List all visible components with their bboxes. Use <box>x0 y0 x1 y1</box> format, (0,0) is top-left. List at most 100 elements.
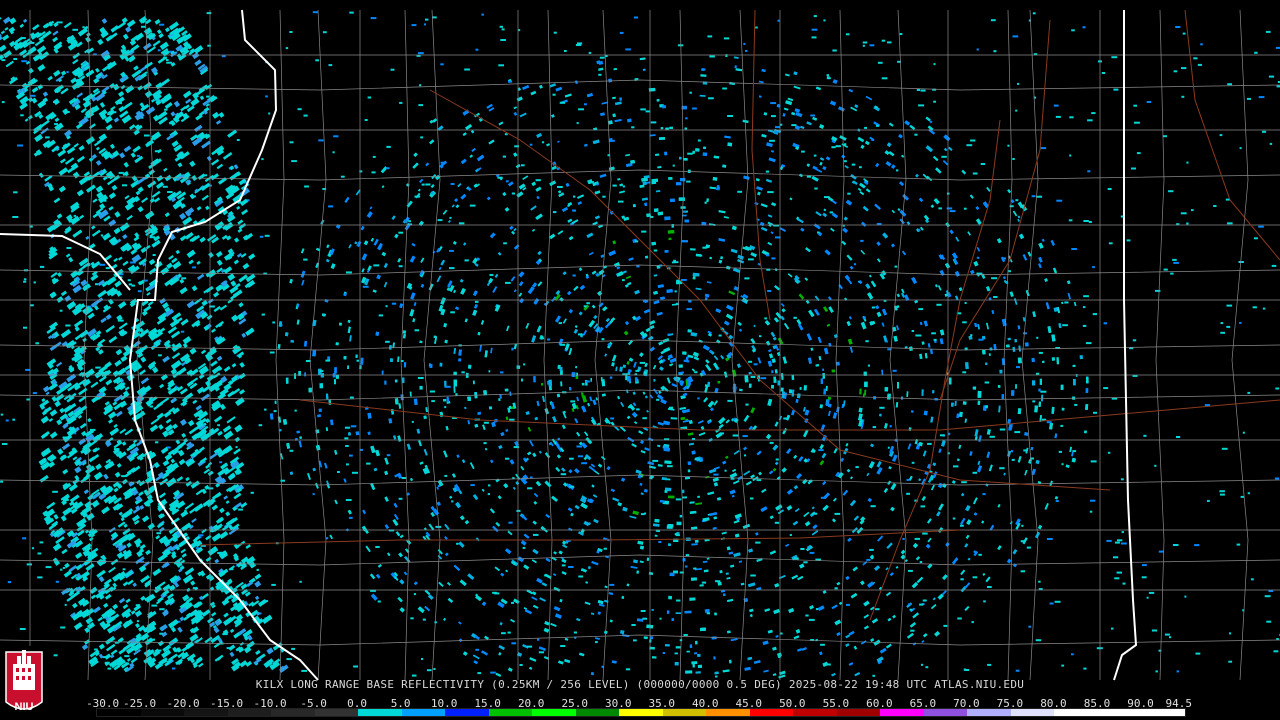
echo-pixel <box>595 397 598 401</box>
echo-pixel <box>733 56 739 59</box>
echo-pixel <box>973 512 978 516</box>
echo-pixel <box>475 48 479 51</box>
echo-pixel <box>887 41 892 44</box>
echo-pixel <box>1061 463 1064 466</box>
echo-pixel <box>954 270 960 277</box>
echo-pixel <box>367 412 372 419</box>
echo-pixel <box>372 289 377 293</box>
echo-pixel <box>785 100 793 106</box>
echo-pixel <box>964 418 967 423</box>
echo-pixel <box>857 136 865 143</box>
echo-pixel <box>391 215 396 220</box>
echo-pixel <box>418 440 422 447</box>
echo-pixel <box>732 267 741 273</box>
echo-pixel <box>618 200 624 203</box>
echo-pixel <box>1228 660 1233 663</box>
echo-pixel <box>136 620 140 623</box>
echo-pixel <box>1035 639 1042 642</box>
echo-pixel <box>578 311 583 316</box>
echo-pixel <box>734 65 737 69</box>
echo-pixel <box>597 599 604 605</box>
echo-pixel <box>1172 544 1179 546</box>
echo-pixel <box>669 364 672 367</box>
echo-pixel <box>632 203 636 208</box>
echo-pixel <box>625 153 631 157</box>
echo-pixel <box>833 448 838 454</box>
echo-pixel <box>964 543 969 548</box>
echo-pixel <box>978 338 984 341</box>
echo-pixel <box>976 272 983 275</box>
echo-pixel <box>651 241 657 246</box>
echo-pixel <box>930 484 935 491</box>
echo-pixel <box>470 129 475 134</box>
echo-pixel <box>921 341 925 345</box>
echo-pixel <box>722 593 726 597</box>
echo-pixel <box>623 330 629 336</box>
echo-pixel <box>892 614 896 619</box>
echo-pixel <box>637 540 644 545</box>
echo-pixel <box>354 241 358 245</box>
echo-pixel <box>543 627 550 633</box>
echo-pixel <box>737 363 741 368</box>
echo-pixel <box>859 166 862 169</box>
echo-pixel <box>555 613 562 619</box>
echo-pixel <box>122 568 126 571</box>
echo-pixel <box>497 252 502 256</box>
echo-pixel <box>1060 424 1064 427</box>
echo-pixel <box>378 314 384 317</box>
echo-pixel <box>973 497 978 505</box>
echo-pixel <box>492 591 497 594</box>
echo-pixel <box>800 227 805 232</box>
echo-pixel <box>436 501 441 506</box>
echo-pixel <box>580 502 588 510</box>
echo-pixel <box>416 428 421 434</box>
echo-pixel <box>568 566 574 568</box>
echo-pixel <box>1221 447 1228 450</box>
echo-pixel <box>968 335 973 340</box>
echo-pixel <box>626 375 631 382</box>
echo-pixel <box>845 575 850 580</box>
echo-pixel <box>927 343 931 348</box>
echo-pixel <box>399 303 404 309</box>
echo-pixel <box>939 338 944 345</box>
echo-pixel <box>725 455 729 459</box>
echo-pixel <box>750 338 756 344</box>
echo-pixel <box>674 652 678 655</box>
echo-pixel <box>488 370 491 373</box>
echo-pixel <box>1017 456 1022 463</box>
echo-pixel <box>950 402 954 407</box>
echo-pixel <box>877 535 884 542</box>
echo-pixel <box>406 443 411 450</box>
echo-pixel <box>23 278 27 281</box>
echo-pixel <box>648 572 654 575</box>
echo-pixel <box>966 519 972 525</box>
echo-pixel <box>973 261 979 267</box>
echo-pixel <box>918 308 924 311</box>
echo-pixel <box>513 227 517 232</box>
echo-pixel <box>983 600 986 603</box>
echo-pixel <box>896 169 899 172</box>
echo-pixel <box>985 576 991 583</box>
echo-pixel <box>689 501 695 504</box>
echo-pixel <box>1069 154 1072 157</box>
echo-pixel <box>524 609 532 615</box>
echo-pixel <box>902 194 909 201</box>
echo-pixel <box>1173 70 1178 73</box>
echo-pixel <box>713 473 719 476</box>
echo-pixel <box>941 155 947 158</box>
echo-pixel <box>862 41 868 44</box>
echo-pixel <box>1038 388 1041 392</box>
echo-pixel <box>632 391 636 395</box>
echo-pixel <box>642 417 647 420</box>
echo-pixel <box>854 672 861 677</box>
echo-pixel <box>373 467 378 472</box>
echo-pixel <box>584 143 588 147</box>
echo-pixel <box>810 347 814 351</box>
echo-pixel <box>799 386 802 390</box>
echo-pixel <box>718 210 726 214</box>
echo-pixel <box>725 572 729 575</box>
echo-pixel <box>896 381 900 389</box>
echo-pixel <box>1155 670 1158 673</box>
echo-pixel <box>573 195 576 198</box>
echo-pixel <box>1056 357 1060 365</box>
